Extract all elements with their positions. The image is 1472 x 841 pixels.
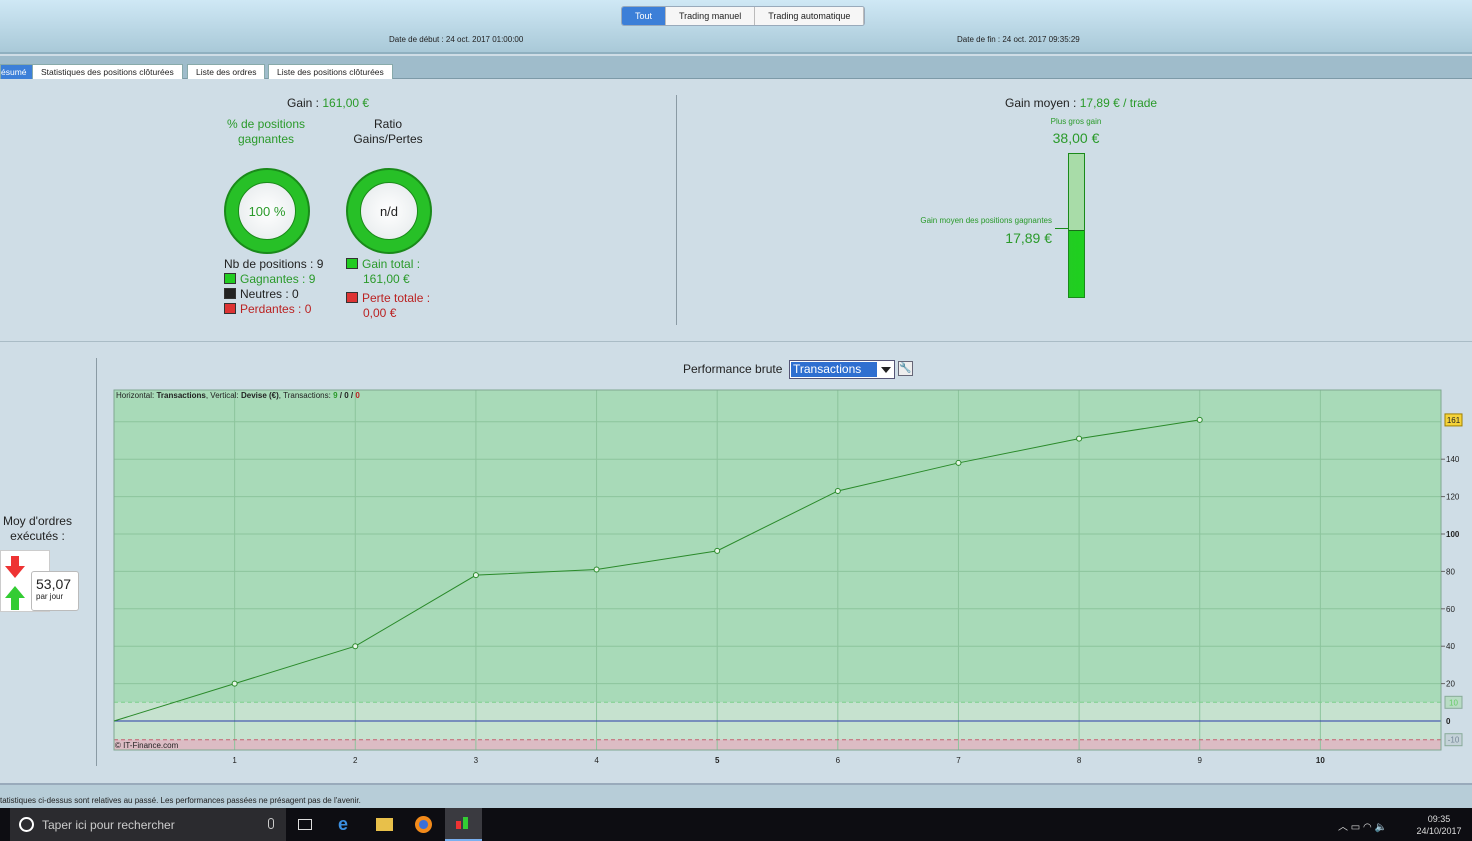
upper-threshold-label: 10 bbox=[1449, 698, 1458, 707]
taskbar: Taper ici pour rechercher e ︿ ▭ ◠ 🔈 09:3… bbox=[0, 808, 1472, 841]
x-tick-label: 4 bbox=[594, 756, 599, 765]
data-point bbox=[593, 566, 600, 573]
data-point bbox=[1196, 416, 1203, 423]
firefox-icon[interactable] bbox=[415, 816, 432, 833]
lost-count: 0 bbox=[355, 391, 360, 400]
data-point bbox=[955, 459, 962, 466]
y-tick-label: 20 bbox=[1446, 680, 1455, 689]
data-point bbox=[1076, 435, 1083, 442]
x-tick-label: 1 bbox=[232, 756, 237, 765]
x-tick-label: 10 bbox=[1316, 756, 1325, 765]
h-value: Transactions bbox=[156, 391, 206, 400]
edge-icon[interactable]: e bbox=[338, 814, 348, 835]
y-tick-label: 140 bbox=[1446, 455, 1460, 464]
performance-chart: 1 2 3 4 5 6 7 8 9 1002040608010012014016110-10 bbox=[113, 389, 1463, 765]
tray-icons[interactable]: ︿ ▭ ◠ 🔈 bbox=[1338, 818, 1387, 833]
x-tick-label: 5 bbox=[715, 756, 720, 765]
search-box[interactable]: Taper ici pour rechercher bbox=[10, 808, 286, 841]
chart-info: Horizontal: Transactions, Vertical: Devi… bbox=[116, 391, 360, 400]
h-label: Horizontal: bbox=[116, 391, 155, 400]
x-tick-label: 6 bbox=[836, 756, 841, 765]
x-tick-label: 3 bbox=[474, 756, 479, 765]
last-value-label: 161 bbox=[1447, 416, 1461, 425]
clock[interactable]: 09:35 24/10/2017 bbox=[1414, 813, 1464, 837]
y-tick-label: 80 bbox=[1446, 567, 1455, 576]
y-tick-label: 120 bbox=[1446, 493, 1460, 502]
upper-zone bbox=[114, 390, 1441, 703]
search-placeholder: Taper ici pour rechercher bbox=[42, 818, 175, 832]
date: 24/10/2017 bbox=[1416, 826, 1462, 836]
microphone-icon[interactable] bbox=[268, 818, 274, 829]
lower-zone bbox=[114, 739, 1441, 750]
watermark: © IT-Finance.com bbox=[115, 741, 179, 750]
time: 09:35 bbox=[1427, 814, 1451, 824]
t-label: Transactions: bbox=[283, 391, 331, 400]
v-label: Vertical: bbox=[210, 391, 239, 400]
v-value: Devise (€) bbox=[241, 391, 279, 400]
task-view-icon[interactable] bbox=[298, 819, 312, 830]
lower-threshold-label: -10 bbox=[1448, 736, 1460, 745]
footer: tatistiques ci-dessus sont relatives au … bbox=[0, 783, 1472, 808]
y-tick-label: 0 bbox=[1446, 717, 1451, 726]
disclaimer: tatistiques ci-dessus sont relatives au … bbox=[0, 796, 361, 805]
data-point bbox=[231, 680, 238, 687]
x-tick-label: 2 bbox=[353, 756, 358, 765]
cortana-icon bbox=[19, 817, 34, 832]
trading-app-icon[interactable] bbox=[445, 808, 482, 841]
y-tick-label: 100 bbox=[1446, 530, 1460, 539]
data-point bbox=[714, 547, 721, 554]
x-tick-label: 8 bbox=[1077, 756, 1082, 765]
file-explorer-icon[interactable] bbox=[376, 818, 393, 831]
x-tick-label: 9 bbox=[1198, 756, 1203, 765]
y-tick-label: 60 bbox=[1446, 605, 1455, 614]
data-point bbox=[472, 572, 479, 579]
data-point bbox=[834, 487, 841, 494]
x-tick-label: 7 bbox=[956, 756, 961, 765]
data-point bbox=[352, 643, 359, 650]
y-tick-label: 40 bbox=[1446, 642, 1455, 651]
